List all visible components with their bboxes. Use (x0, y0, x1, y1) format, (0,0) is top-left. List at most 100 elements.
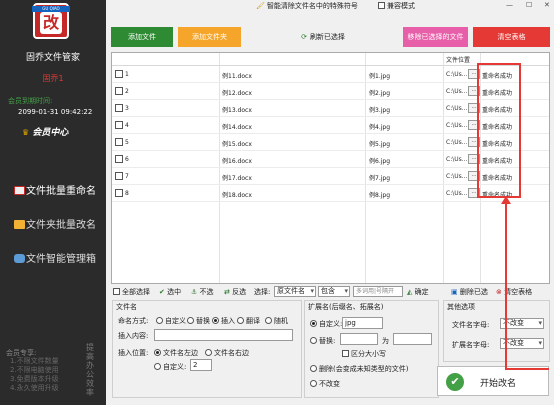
expire-date: 2099-01-31 09:42:22 (18, 108, 93, 116)
radio-icon (154, 363, 161, 370)
original-name: 例12.docx (222, 90, 252, 97)
ext-replace-to-input[interactable] (393, 333, 432, 345)
expire-label: 会员到期时间: (8, 97, 53, 105)
clear-table-link[interactable]: ⊗ 清空表格 (496, 287, 532, 297)
select-all-checkbox[interactable]: 全部选择 (113, 287, 150, 297)
mode-custom-label: 自定义 (165, 317, 186, 325)
insert-content-input[interactable] (154, 329, 293, 341)
mode-radio-translate[interactable]: 翻译 (237, 316, 260, 326)
logo-glyph: 改 (40, 12, 62, 34)
custom-pos-input[interactable]: 2 (190, 359, 212, 371)
file-location: C:\Us... (446, 173, 468, 180)
clear-table-button[interactable]: 清空表格 (473, 27, 550, 47)
new-name: 例1.jpg (369, 73, 391, 80)
remove-selected-button[interactable]: 移除已选择的文件 (403, 27, 468, 47)
insert-content-label: 插入内容: (118, 332, 149, 340)
pos-radio-left[interactable]: 文件名左边 (154, 348, 198, 358)
row-checkbox[interactable] (115, 155, 123, 163)
pos-radio-custom[interactable]: 自定义: (154, 362, 186, 372)
invert-button[interactable]: ⇄ 反选 (224, 287, 246, 297)
field-select[interactable]: 原文件名 (274, 286, 316, 297)
nav-folder-rename-label: 文件夹批量改名 (26, 220, 96, 231)
ext-radio-nochange[interactable]: 不改变 (310, 379, 340, 389)
radio-icon (265, 317, 272, 324)
extension-panel-title: 扩展名(后缀名、拓展名) (308, 303, 384, 311)
callout-arrow-line (505, 198, 507, 370)
match-select[interactable]: 包含 (318, 286, 350, 297)
smart-clear-option[interactable]: 🖌 智能清除文件名中的特殊符号 (256, 1, 358, 11)
new-name: 例3.jpg (369, 107, 391, 114)
file-location: C:\Us... (446, 190, 468, 197)
case-sensitive-label: 区分大小写 (351, 350, 386, 358)
nav-file-rename-label: 文件批量重命名 (26, 186, 96, 197)
compat-mode-checkbox[interactable]: 兼容模式 (378, 1, 415, 11)
file-location: C:\Us... (446, 105, 468, 112)
file-location: C:\Us... (446, 88, 468, 95)
header-location: 文件位置 (446, 57, 471, 64)
crown-icon: ♛ (22, 128, 30, 137)
confirm-button[interactable]: ◭ 确定 (407, 287, 429, 297)
row-checkbox[interactable] (115, 87, 123, 95)
member-center-link[interactable]: ♛ 会员中心 (22, 125, 68, 138)
promo-vertical: 提高办公效率 (86, 343, 94, 397)
minimize-button[interactable]: — (506, 1, 513, 9)
original-name: 例17.docx (222, 175, 252, 182)
row-checkbox[interactable] (115, 189, 123, 197)
case-sensitive-checkbox[interactable]: 区分大小写 (342, 349, 386, 359)
row-checkbox[interactable] (115, 70, 123, 78)
row-checkbox[interactable] (115, 138, 123, 146)
check-circle-icon: ✔ (159, 288, 165, 296)
mode-radio-replace[interactable]: 替换 (187, 316, 210, 326)
mode-radio-insert[interactable]: 插入 (212, 316, 235, 326)
row-number: 4 (125, 122, 129, 129)
app-logo: GU QIAO 改 (32, 3, 70, 39)
row-checkbox[interactable] (115, 172, 123, 180)
ext-nochange-label: 不改变 (319, 380, 340, 388)
mode-radio-custom[interactable]: 自定义 (156, 316, 186, 326)
delete-selected-button[interactable]: ▣ 删除已选 (451, 287, 488, 297)
maximize-button[interactable]: ☐ (526, 1, 532, 9)
original-name: 例13.docx (222, 107, 252, 114)
user-name[interactable]: 固乔1 (0, 73, 106, 84)
app-name: 固乔文件管家 (25, 53, 80, 63)
ext-radio-replace[interactable]: 替换: (310, 336, 335, 346)
compat-mode-label: 兼容模式 (387, 2, 415, 10)
swap-icon: ⇄ (224, 288, 230, 296)
refresh-button[interactable]: ⟳ 刷新已选择 (283, 27, 363, 47)
keyword-input[interactable]: 多词用|号隔开 (353, 286, 403, 297)
mode-random-label: 随机 (274, 317, 288, 325)
row-checkbox[interactable] (115, 104, 123, 112)
row-number: 7 (125, 173, 129, 180)
ext-radio-delete[interactable]: 删除(会变成未知类型的文件) (310, 364, 408, 374)
promo-line: 2.不限电脑使用 (10, 366, 59, 374)
mode-insert-label: 插入 (221, 317, 235, 325)
success-highlight-box (477, 63, 521, 198)
checkbox-icon (378, 2, 385, 9)
promo-line: 1.不限文件数量 (10, 357, 59, 365)
new-name: 例2.jpg (369, 90, 391, 97)
add-folder-button[interactable]: 添加文件夹 (178, 27, 241, 47)
add-file-button[interactable]: 添加文件 (111, 27, 173, 47)
pos-radio-right[interactable]: 文件名右边 (205, 348, 249, 358)
row-number: 1 (125, 71, 129, 78)
original-name: 例15.docx (222, 141, 252, 148)
ext-radio-custom[interactable]: 自定义: (310, 319, 342, 329)
new-name: 例5.jpg (369, 141, 391, 148)
start-rename-button[interactable]: ✔ 开始改名 (437, 366, 549, 396)
ext-custom-input[interactable]: jpg (342, 317, 383, 329)
close-button[interactable]: ✕ (544, 1, 550, 9)
nav-folder-rename[interactable]: 文件夹批量改名 (0, 216, 106, 236)
row-checkbox[interactable] (115, 121, 123, 129)
radio-icon (310, 380, 317, 387)
original-name: 例16.docx (222, 158, 252, 165)
mode-radio-random[interactable]: 随机 (265, 316, 288, 326)
nav-file-manager[interactable]: 文件智能管理箱 (0, 250, 106, 270)
mode-translate-label: 翻译 (246, 317, 260, 325)
nav-file-rename[interactable]: 文件批量重命名 (0, 182, 106, 202)
row-number: 8 (125, 190, 129, 197)
folder-icon (14, 220, 25, 229)
start-rename-label: 开始改名 (480, 379, 517, 389)
select-button[interactable]: ✔ 选中 (159, 287, 181, 297)
ext-replace-from-input[interactable] (340, 333, 378, 345)
deselect-button[interactable]: ⚓ 不选 (191, 287, 214, 297)
